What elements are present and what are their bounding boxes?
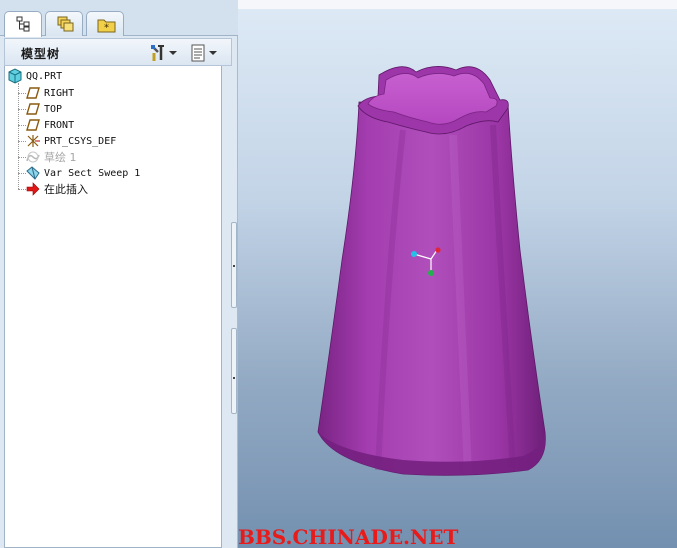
csys-z-axis-icon xyxy=(411,251,417,257)
tree-item-sketch[interactable]: 草绘 1 xyxy=(25,149,77,165)
tree-item-label: 在此插入 xyxy=(44,183,88,196)
tree-item-label: PRT_CSYS_DEF xyxy=(44,135,117,147)
panel-splitter[interactable] xyxy=(230,222,238,422)
layers-icon xyxy=(57,16,74,32)
tools-icon xyxy=(151,45,164,61)
svg-text:*: * xyxy=(104,23,109,34)
model-tree: QQ.PRT RIGHT TOP FRONT PRT_CSYS_DEF 草绘 1… xyxy=(4,66,222,548)
tree-item-top-plane[interactable]: TOP xyxy=(25,101,62,117)
tree-item-label: FRONT xyxy=(44,119,75,131)
list-icon xyxy=(191,44,205,62)
tree-item-label: TOP xyxy=(44,103,63,115)
tree-item-right-plane[interactable]: RIGHT xyxy=(25,85,74,101)
tree-item-insert-here[interactable]: 在此插入 xyxy=(25,181,88,197)
tree-item-front-plane[interactable]: FRONT xyxy=(25,117,74,133)
model-tree-header: 模型树 xyxy=(4,38,232,66)
datum-plane-icon xyxy=(26,119,40,131)
settings-tools-button[interactable] xyxy=(149,43,179,63)
model-tree-tab[interactable] xyxy=(4,11,42,37)
graphics-viewport[interactable]: BBS.CHINADE.NET xyxy=(238,0,677,548)
folder-star-icon: * xyxy=(97,19,116,34)
model-tree-title: 模型树 xyxy=(21,47,61,61)
sweep-feature-icon xyxy=(26,166,40,180)
show-options-button[interactable] xyxy=(189,43,219,63)
part-model-3d[interactable] xyxy=(238,0,677,548)
tree-root-part[interactable]: QQ.PRT xyxy=(7,68,62,84)
tree-item-var-sect-sweep[interactable]: Var Sect Sweep 1 xyxy=(25,165,140,181)
part-icon xyxy=(8,68,22,84)
sketch-icon xyxy=(26,151,40,163)
navigator-panel: * 模型树 QQ.PRT RIGHT TOP FRONT PRT_CSYS_DE… xyxy=(0,0,238,548)
csys-icon xyxy=(27,135,40,147)
favorites-tab[interactable]: * xyxy=(86,11,124,36)
insert-here-arrow-icon xyxy=(26,182,40,196)
csys-y-axis-icon xyxy=(428,270,434,276)
tree-item-csys[interactable]: PRT_CSYS_DEF xyxy=(25,133,116,149)
tree-root-label: QQ.PRT xyxy=(26,70,63,82)
tree-item-label: RIGHT xyxy=(44,87,75,99)
datum-plane-icon xyxy=(26,103,40,115)
tree-structure-icon xyxy=(16,16,30,32)
watermark-text: BBS.CHINADE.NET xyxy=(238,525,459,548)
tree-item-label: Var Sect Sweep 1 xyxy=(44,167,141,179)
csys-x-axis-icon xyxy=(435,247,441,253)
folder-browser-tab[interactable] xyxy=(45,11,83,36)
tree-item-label: 草绘 1 xyxy=(44,151,77,164)
datum-plane-icon xyxy=(26,87,40,99)
navigator-tab-strip: * xyxy=(0,0,238,37)
